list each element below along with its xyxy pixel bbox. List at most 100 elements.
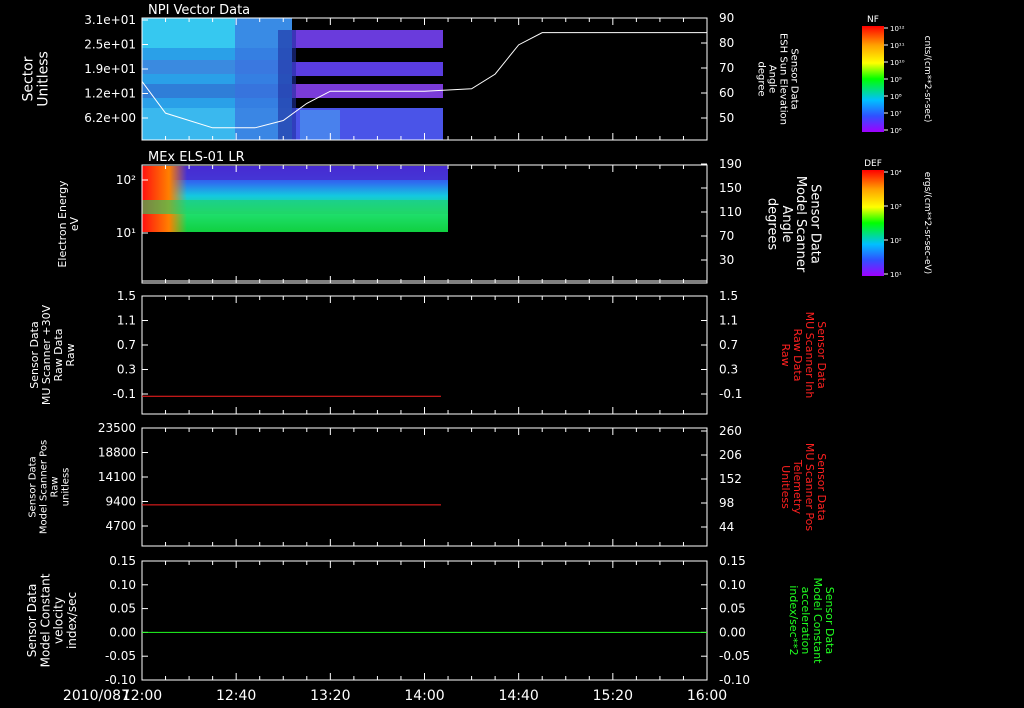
- y2-axis-label: Sensor DataModel ScannerAngledegrees: [765, 176, 823, 273]
- y2-axis-label: Sensor DataMU Scanner PosTelemetryUnitle…: [779, 443, 828, 532]
- x-tick-label: 12:00: [122, 688, 162, 704]
- date-label: 2010/087: [63, 688, 130, 704]
- colorbar-tick-label: 10²: [890, 237, 902, 245]
- y2-tick-label: 70: [719, 229, 734, 243]
- y2-axis-label-line: Sensor Data: [815, 453, 828, 520]
- y2-axis-label: Sensor DataESH Sun ElevationAngledegree: [756, 33, 800, 125]
- y2-tick-label: 0.7: [719, 338, 738, 352]
- y2-tick-label: 260: [719, 424, 742, 438]
- y2-tick-label: 110: [719, 205, 742, 219]
- y-axis-label: Sensor DataMU Scanner +30VRaw DataRaw: [28, 304, 77, 405]
- colorbar-def-label: DEF: [864, 159, 882, 169]
- y2-tick-label: 70: [719, 61, 734, 75]
- colorbar-tick-label: 10⁴: [890, 169, 902, 177]
- els-spectrogram: [142, 166, 448, 232]
- y2-axis-label-line: degree: [756, 61, 767, 96]
- x-tick-label: 15:20: [593, 688, 633, 704]
- y-axis-label-line: Electron Energy: [56, 180, 69, 268]
- y-axis-label: Electron EnergyeV: [56, 180, 81, 268]
- y-axis-label-line: Model Scanner Pos: [39, 440, 50, 534]
- y-axis-label-line: index/sec: [65, 592, 79, 649]
- chart-canvas: NPI Vector Data 3.1e+01 2.5e+01 1.9e+01 1.2e…: [20, 3, 932, 704]
- y-axis-label-line: eV: [68, 216, 81, 231]
- y2-tick-label: 44: [719, 520, 734, 534]
- y2-axis-label-line: Model Scanner: [793, 176, 808, 273]
- y2-axis-label: Sensor DataModel Constantaccelerationind…: [787, 578, 836, 665]
- colorbar-tick-label: 10¹: [890, 271, 902, 279]
- colorbar-tick-label: 10¹⁰: [890, 59, 905, 67]
- colorbar-tick-label: 10¹²: [890, 25, 905, 33]
- colorbar-tick-label: 10³: [890, 203, 902, 211]
- y-axis-label-line: Sensor Data: [28, 456, 39, 517]
- y-axis-label-line: Raw Data: [52, 329, 65, 382]
- y2-tick-label: 98: [719, 496, 734, 510]
- y2-tick-label: 152: [719, 472, 742, 486]
- y2-axis-label-line: Sensor Data: [789, 48, 800, 109]
- colorbar-nf-unit: cnts/(cm**2-sr-sec): [922, 36, 932, 123]
- y2-axis-label-line: index/sec**2: [787, 585, 800, 655]
- x-tick-label: 14:40: [498, 688, 538, 704]
- y-tick-label: 0.05: [109, 602, 136, 616]
- colorbar-def-unit: ergs/(cm**2-sr-sec-eV): [922, 172, 932, 274]
- y-tick-label: 4700: [105, 519, 136, 533]
- y-axis-label-line: Raw: [64, 343, 77, 366]
- y2-tick-label: 0.05: [719, 602, 746, 616]
- y-tick-label: 0.7: [117, 338, 136, 352]
- y2-axis-label: Sensor DataMU Scanner InhRaw DataRaw: [779, 312, 828, 399]
- y2-tick-label: 0.3: [719, 363, 738, 377]
- y-tick-label: 1.2e+01: [84, 87, 136, 101]
- y2-tick-label: 80: [719, 36, 734, 50]
- y-tick-label: 0.10: [109, 578, 136, 592]
- y-tick-label: 10²: [116, 173, 136, 187]
- y2-axis-label-line: Angle: [767, 65, 778, 93]
- panel-3: 1.5 1.1 0.7 0.3 -0.1 1.5 1.1 0.7 0.3 -0.1 Sensor D…: [28, 289, 828, 415]
- y-axis-label-line: Unitless: [36, 51, 52, 107]
- y2-axis-label-line: Sensor Data: [815, 321, 828, 388]
- colorbar-tick-label: 10⁸: [890, 93, 902, 101]
- y2-axis-label-line: Sensor Data: [807, 184, 822, 264]
- y-tick-label: 14100: [98, 470, 136, 484]
- y2-axis-label-line: Sensor Data: [823, 587, 836, 654]
- y2-axis-label-line: Telemetry: [791, 459, 804, 515]
- y2-tick-label: 190: [719, 157, 742, 171]
- y-tick-label: 10¹: [116, 226, 136, 240]
- colorbar-nf: NF 10¹² 10¹¹ 10¹⁰ 10⁹ 10⁸ 10⁷ 10⁶ cnts/(cm**2-…: [862, 15, 932, 135]
- colorbar-nf-label: NF: [867, 15, 879, 25]
- y-tick-label: 0.3: [117, 363, 136, 377]
- y-axis-label-line: unitless: [61, 468, 72, 507]
- y2-tick-label: 60: [719, 86, 734, 100]
- y-tick-label: -0.05: [105, 649, 136, 663]
- y-tick-label: 1.5: [117, 289, 136, 303]
- colorbar-tick-label: 10⁷: [890, 110, 902, 118]
- y-axis-label-line: Raw: [50, 476, 61, 497]
- y2-axis-label-line: ESH Sun Elevation: [778, 33, 789, 125]
- y2-tick-label: 0.15: [719, 554, 746, 568]
- y2-tick-label: 1.1: [719, 314, 738, 328]
- y2-tick-label: 0.10: [719, 578, 746, 592]
- panel-frame: [141, 560, 708, 681]
- y-tick-label: 6.2e+00: [84, 111, 136, 125]
- y2-tick-label: -0.1: [719, 387, 742, 401]
- colorbar-tick-label: 10¹¹: [890, 42, 905, 50]
- x-tick-label: 16:00: [687, 688, 727, 704]
- y-tick-label: 9400: [105, 495, 136, 509]
- y2-axis-label-line: Model Constant: [811, 578, 824, 665]
- y-axis-label-line: velocity: [52, 597, 66, 644]
- y-axis-label-line: Sector: [20, 56, 36, 101]
- colorbar-tick-label: 10⁹: [890, 76, 902, 84]
- panel-frame: [141, 427, 708, 547]
- y2-tick-label: 50: [719, 111, 734, 125]
- y2-tick-label: 30: [719, 253, 734, 267]
- panel-4: 23500 18800 14100 9400 4700 260 206 152 98 44 Sens…: [28, 421, 828, 547]
- y2-tick-label: -0.05: [719, 649, 750, 663]
- y2-tick-label: 1.5: [719, 289, 738, 303]
- colorbar-tick-label: 10⁶: [890, 127, 902, 135]
- y-axis-label-line: Sensor Data: [25, 584, 39, 658]
- y2-tick-label: 0.00: [719, 625, 746, 639]
- y-tick-label: 2.5e+01: [84, 38, 136, 52]
- y-axis-label-line: Model Constant: [38, 573, 52, 667]
- x-tick-label: 14:00: [404, 688, 444, 704]
- y-tick-label: 23500: [98, 421, 136, 435]
- npi-spectrogram: [142, 18, 443, 140]
- y2-tick-label: 90: [719, 11, 734, 25]
